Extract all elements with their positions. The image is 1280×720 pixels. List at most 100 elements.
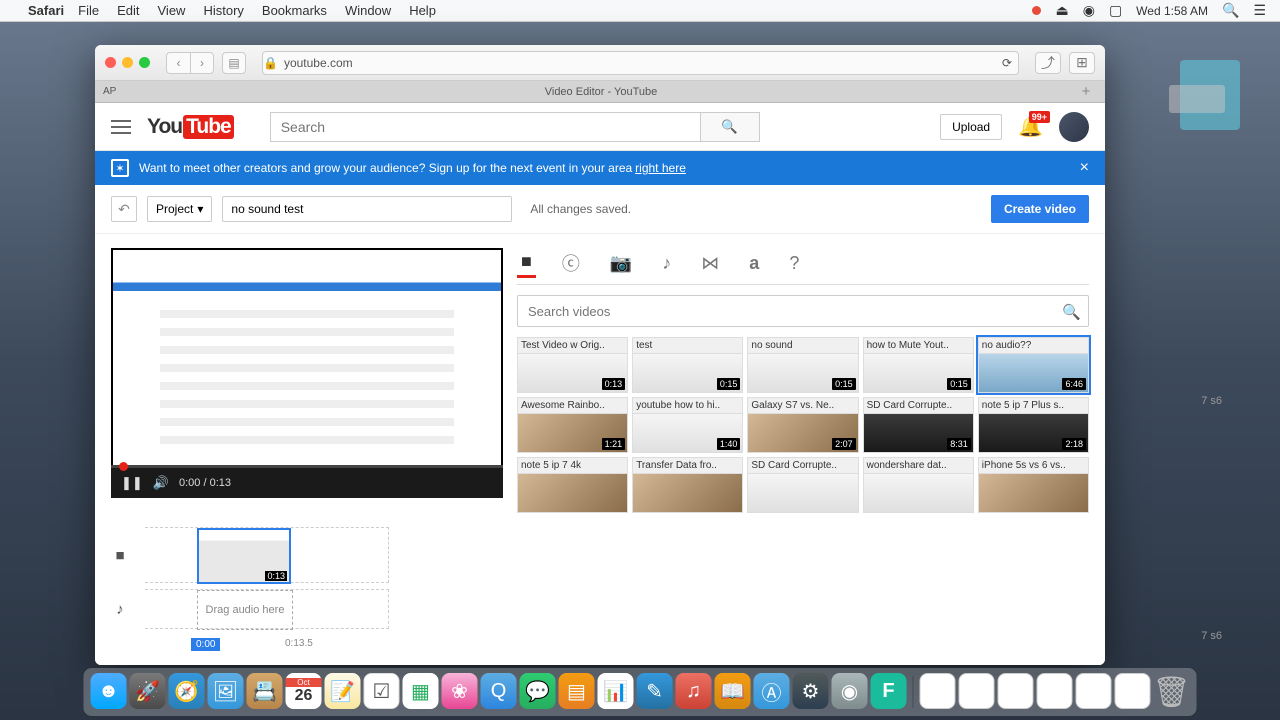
video-thumbnail[interactable]: Transfer Data fro.. bbox=[632, 457, 743, 513]
pages-icon[interactable]: ✎ bbox=[637, 673, 673, 709]
zoom-button[interactable] bbox=[139, 57, 150, 68]
progress-bar[interactable] bbox=[111, 465, 503, 468]
new-tab-button[interactable]: + bbox=[1075, 83, 1097, 100]
menu-window[interactable]: Window bbox=[345, 3, 391, 18]
photos-icon[interactable]: ❀ bbox=[442, 673, 478, 709]
menu-history[interactable]: History bbox=[203, 3, 243, 18]
search-button[interactable]: 🔍 bbox=[700, 112, 760, 142]
project-dropdown[interactable]: Project▾ bbox=[147, 196, 212, 222]
volume-button[interactable]: 🔊 bbox=[153, 475, 169, 491]
avatar[interactable] bbox=[1059, 112, 1089, 142]
search-icon[interactable]: 🔍 bbox=[1062, 303, 1081, 321]
url-bar[interactable]: 🔒 youtube.com ⟳ bbox=[262, 51, 1019, 75]
library-search-input[interactable] bbox=[517, 295, 1089, 327]
launchpad-icon[interactable]: 🚀 bbox=[130, 673, 166, 709]
tabs-button[interactable]: ⊞ bbox=[1069, 52, 1095, 74]
tab-videos[interactable]: ■ bbox=[517, 249, 536, 278]
video-thumbnail[interactable]: youtube how to hi..1:40 bbox=[632, 397, 743, 453]
tab-text[interactable]: a bbox=[745, 251, 763, 276]
tab-help[interactable]: ? bbox=[785, 251, 803, 276]
itunes-icon[interactable]: ♫ bbox=[676, 673, 712, 709]
app-f-icon[interactable]: F bbox=[871, 673, 907, 709]
video-thumbnail[interactable]: test0:15 bbox=[632, 337, 743, 393]
app-name[interactable]: Safari bbox=[28, 3, 64, 18]
battery-icon[interactable]: ▢ bbox=[1109, 2, 1122, 19]
share-button[interactable]: ⤴ bbox=[1035, 52, 1061, 74]
preview-video[interactable] bbox=[111, 248, 503, 468]
notes-icon[interactable]: 📝 bbox=[325, 673, 361, 709]
video-thumbnail[interactable]: no audio??6:46 bbox=[978, 337, 1089, 393]
menu-edit[interactable]: Edit bbox=[117, 3, 139, 18]
settings-icon[interactable]: ⚙ bbox=[793, 673, 829, 709]
video-track[interactable]: × 0:13 bbox=[145, 527, 389, 583]
trash-icon[interactable]: 🗑 bbox=[1154, 673, 1190, 711]
numbers-icon[interactable]: ▦ bbox=[403, 673, 439, 709]
minimized-window[interactable] bbox=[1115, 673, 1151, 709]
menu-bookmarks[interactable]: Bookmarks bbox=[262, 3, 327, 18]
contacts-icon[interactable]: 📇 bbox=[247, 673, 283, 709]
calendar-icon[interactable]: Oct26 bbox=[286, 673, 322, 709]
menu-view[interactable]: View bbox=[158, 3, 186, 18]
notification-icon[interactable]: ☰ bbox=[1253, 2, 1266, 19]
project-name-input[interactable] bbox=[222, 196, 512, 222]
upload-button[interactable]: Upload bbox=[940, 114, 1002, 140]
forward-button[interactable]: › bbox=[190, 52, 214, 74]
app-icon[interactable]: ◉ bbox=[832, 673, 868, 709]
recording-icon[interactable] bbox=[1032, 6, 1041, 15]
finder-icon[interactable]: ☻ bbox=[91, 673, 127, 709]
clock[interactable]: Wed 1:58 AM bbox=[1136, 4, 1208, 18]
editor-back-button[interactable]: ↶ bbox=[111, 196, 137, 222]
menu-file[interactable]: File bbox=[78, 3, 99, 18]
minimize-button[interactable] bbox=[122, 57, 133, 68]
tab-cc[interactable]: ⓒ bbox=[558, 248, 584, 278]
banner-link[interactable]: right here bbox=[635, 161, 686, 175]
reminders-icon[interactable]: ☑ bbox=[364, 673, 400, 709]
sidebar-button[interactable]: ▤ bbox=[222, 52, 246, 74]
video-thumbnail[interactable]: note 5 ip 7 Plus s..2:18 bbox=[978, 397, 1089, 453]
search-input[interactable] bbox=[270, 112, 700, 142]
video-thumbnail[interactable]: iPhone 5s vs 6 vs.. bbox=[978, 457, 1089, 513]
back-button[interactable]: ‹ bbox=[166, 52, 190, 74]
quicktime-icon[interactable]: Q bbox=[481, 673, 517, 709]
ibooks-icon[interactable]: 📖 bbox=[715, 673, 751, 709]
minimized-window[interactable] bbox=[920, 673, 956, 709]
reload-icon[interactable]: ⟳ bbox=[1002, 56, 1012, 70]
video-thumbnail[interactable]: note 5 ip 7 4k bbox=[517, 457, 628, 513]
notifications-button[interactable]: 🔔99+ bbox=[1018, 114, 1043, 139]
create-video-button[interactable]: Create video bbox=[991, 195, 1089, 223]
audio-track[interactable]: Drag audio here bbox=[145, 589, 389, 629]
tab-active[interactable]: Video Editor - YouTube bbox=[127, 83, 1075, 101]
hamburger-icon[interactable] bbox=[111, 120, 131, 134]
keynote-icon[interactable]: ▤ bbox=[559, 673, 595, 709]
chart-icon[interactable]: 📊 bbox=[598, 673, 634, 709]
video-thumbnail[interactable]: Galaxy S7 vs. Ne..2:07 bbox=[747, 397, 858, 453]
youtube-logo[interactable]: YouTube bbox=[147, 115, 234, 139]
timeline-clip[interactable]: × 0:13 bbox=[197, 528, 291, 584]
menu-help[interactable]: Help bbox=[409, 3, 436, 18]
tab-photos[interactable]: 📷 bbox=[606, 251, 636, 276]
minimized-window[interactable] bbox=[1076, 673, 1112, 709]
preview-icon[interactable]: 🖼 bbox=[208, 673, 244, 709]
video-thumbnail[interactable]: no sound0:15 bbox=[747, 337, 858, 393]
banner-close[interactable]: × bbox=[1080, 159, 1089, 177]
video-thumbnail[interactable]: SD Card Corrupte.. bbox=[747, 457, 858, 513]
appstore-icon[interactable]: Ⓐ bbox=[754, 673, 790, 709]
pause-button[interactable]: ❚❚ bbox=[121, 475, 143, 491]
close-button[interactable] bbox=[105, 57, 116, 68]
minimized-window[interactable] bbox=[1037, 673, 1073, 709]
minimized-window[interactable] bbox=[959, 673, 995, 709]
video-thumbnail[interactable]: SD Card Corrupte..8:31 bbox=[863, 397, 974, 453]
tab-audio[interactable]: ♪ bbox=[658, 251, 675, 276]
video-thumbnail[interactable]: wondershare dat.. bbox=[863, 457, 974, 513]
tab-transitions[interactable]: ⋈ bbox=[697, 251, 723, 276]
wifi-icon[interactable]: ◉ bbox=[1083, 2, 1095, 19]
messages-icon[interactable]: 💬 bbox=[520, 673, 556, 709]
spotlight-icon[interactable]: 🔍 bbox=[1222, 2, 1239, 19]
minimized-window[interactable] bbox=[998, 673, 1034, 709]
video-thumbnail[interactable]: how to Mute Yout..0:15 bbox=[863, 337, 974, 393]
safari-icon[interactable]: 🧭 bbox=[169, 673, 205, 709]
video-thumbnail[interactable]: Test Video w Orig..0:13 bbox=[517, 337, 628, 393]
video-thumbnail[interactable]: Awesome Rainbo..1:21 bbox=[517, 397, 628, 453]
pinned-tab[interactable]: AP bbox=[103, 86, 127, 97]
airplay-icon[interactable]: ⏏ bbox=[1055, 2, 1068, 19]
